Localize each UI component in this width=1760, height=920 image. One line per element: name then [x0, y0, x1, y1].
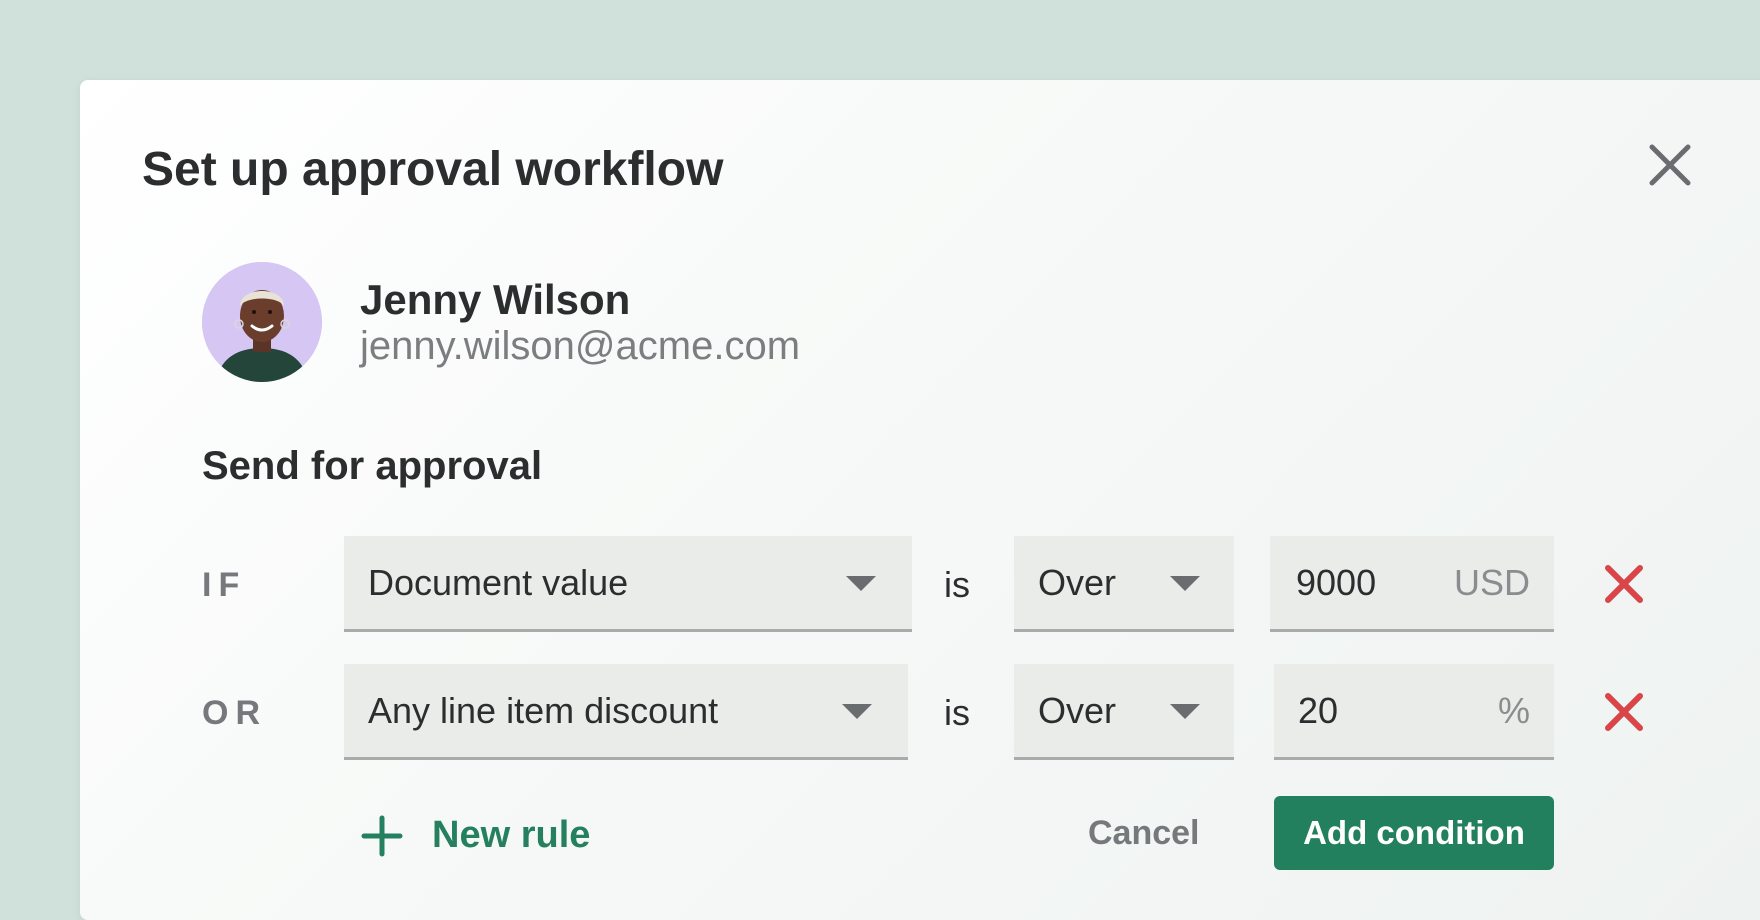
- threshold-input[interactable]: 9000 USD: [1270, 536, 1554, 632]
- user-name: Jenny Wilson: [360, 276, 631, 323]
- chevron-down-icon: [846, 576, 876, 591]
- close-icon: [1605, 565, 1643, 603]
- add-condition-button[interactable]: Add condition: [1274, 796, 1554, 870]
- close-icon: [1649, 144, 1691, 186]
- remove-rule-button[interactable]: [1600, 688, 1648, 736]
- condition-field-value: Any line item discount: [368, 690, 719, 731]
- avatar-photo: [202, 262, 322, 382]
- comparator-value: Over: [1038, 562, 1117, 603]
- chevron-down-icon: [1170, 704, 1200, 719]
- comparator-select[interactable]: Over: [1014, 664, 1234, 760]
- comparator-value: Over: [1038, 690, 1117, 731]
- condition-field-value: Document value: [368, 562, 629, 603]
- threshold-unit: %: [1498, 690, 1531, 731]
- rule-connector: IF: [202, 566, 247, 604]
- rule-row: IF Document value is Over 9000 USD: [80, 536, 1760, 636]
- avatar: [202, 262, 322, 382]
- user-email: jenny.wilson@acme.com: [360, 324, 801, 368]
- condition-field-select[interactable]: Document value: [344, 536, 912, 632]
- chevron-down-icon: [1170, 576, 1200, 591]
- remove-rule-button[interactable]: [1600, 560, 1648, 608]
- cancel-button[interactable]: Cancel: [1088, 814, 1200, 853]
- threshold-unit: USD: [1454, 562, 1531, 603]
- close-icon: [1605, 693, 1643, 731]
- section-title: Send for approval: [202, 444, 543, 488]
- approval-workflow-dialog: Set up approval workflow Jenny Wilson je…: [80, 80, 1760, 920]
- operator-label: is: [944, 564, 970, 605]
- rule-connector: OR: [202, 694, 267, 732]
- threshold-value: 20: [1298, 690, 1339, 731]
- plus-icon: [361, 815, 403, 857]
- dialog-title: Set up approval workflow: [142, 143, 724, 196]
- operator-label: is: [944, 692, 970, 733]
- close-button[interactable]: [1642, 137, 1698, 193]
- threshold-value: 9000: [1296, 562, 1377, 603]
- comparator-select[interactable]: Over: [1014, 536, 1234, 632]
- chevron-down-icon: [842, 704, 872, 719]
- threshold-input[interactable]: 20 %: [1274, 664, 1554, 760]
- rule-row: OR Any line item discount is Over 20 %: [80, 664, 1760, 764]
- condition-field-select[interactable]: Any line item discount: [344, 664, 908, 760]
- new-rule-label: New rule: [432, 814, 591, 856]
